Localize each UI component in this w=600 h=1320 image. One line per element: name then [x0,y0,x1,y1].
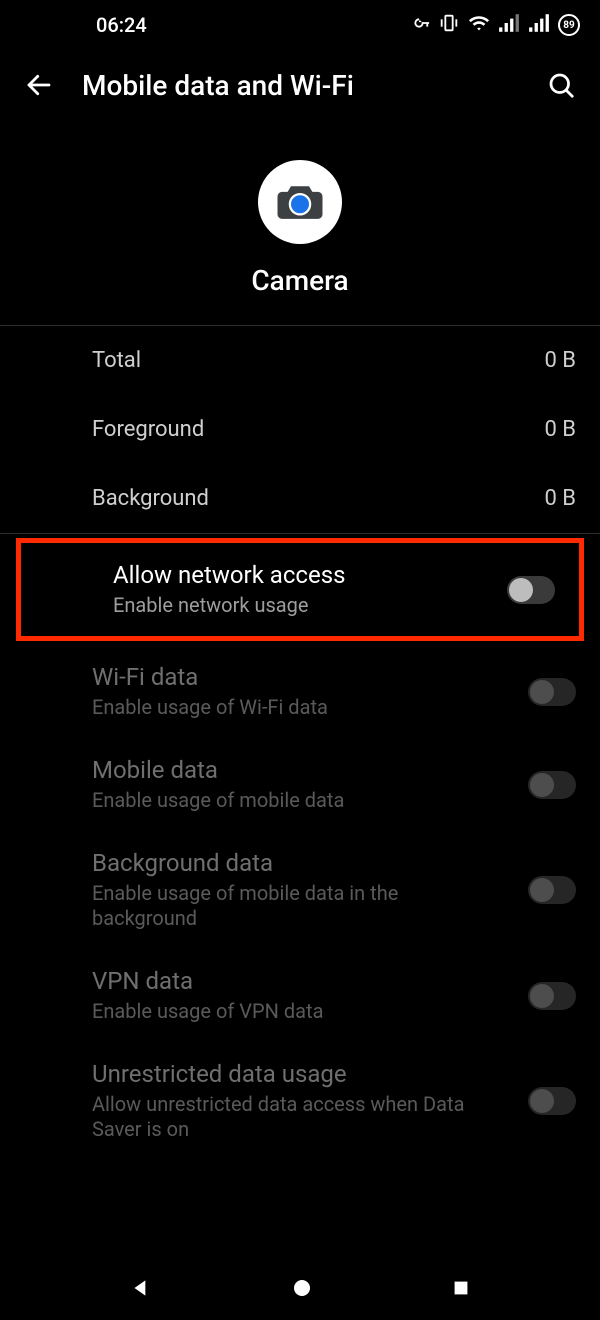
usage-foreground-label: Foreground [92,417,204,442]
setting-title: Wi-Fi data [92,663,508,691]
usage-background-row: Background 0 B [0,464,600,533]
nav-home-button[interactable] [290,1276,314,1304]
setting-background-data[interactable]: Background data Enable usage of mobile d… [0,831,600,949]
vpn-key-icon [408,12,430,39]
highlight-allow-network: Allow network access Enable network usag… [16,538,584,641]
setting-title: Mobile data [92,756,508,784]
circle-home-icon [290,1276,314,1300]
search-icon [546,70,576,100]
battery-badge: 89 [558,14,580,36]
setting-wifi-data[interactable]: Wi-Fi data Enable usage of Wi-Fi data [0,645,600,738]
app-bar: Mobile data and Wi-Fi [0,50,600,120]
toggle-knob [530,878,554,902]
setting-mobile-data[interactable]: Mobile data Enable usage of mobile data [0,738,600,831]
setting-sub: Allow unrestricted data access when Data… [92,1092,508,1142]
toggle-mobile-data[interactable] [528,771,576,799]
setting-text: Mobile data Enable usage of mobile data [92,756,528,813]
status-bar: 06:24 89 [0,0,600,50]
toggle-knob [509,578,533,602]
signal-icon-2 [528,12,550,39]
toggle-knob [530,680,554,704]
setting-title: Unrestricted data usage [92,1060,508,1088]
usage-foreground-row: Foreground 0 B [0,395,600,464]
app-name: Camera [251,264,348,297]
camera-icon [273,175,327,229]
toggle-knob [530,984,554,1008]
setting-text: Background data Enable usage of mobile d… [92,849,528,931]
page-title: Mobile data and Wi-Fi [82,69,518,102]
vibrate-icon [438,12,460,39]
usage-total-label: Total [92,348,141,373]
signal-icon [498,12,520,39]
setting-title: VPN data [92,967,508,995]
toggle-knob [530,773,554,797]
setting-text: Allow network access Enable network usag… [113,561,507,618]
usage-background-label: Background [92,486,209,511]
setting-sub: Enable usage of mobile data [92,788,508,813]
status-icons: 89 [408,12,580,39]
usage-total-value: 0 B [544,348,576,373]
setting-sub: Enable usage of VPN data [92,999,508,1024]
usage-total-row: Total 0 B [0,326,600,395]
search-button[interactable] [546,70,576,100]
app-header: Camera [0,120,600,326]
toggle-allow-network[interactable] [507,576,555,604]
divider [0,533,600,534]
usage-foreground-value: 0 B [544,417,576,442]
toggle-wifi-data[interactable] [528,678,576,706]
setting-text: Wi-Fi data Enable usage of Wi-Fi data [92,663,528,720]
setting-title: Allow network access [113,561,487,589]
back-arrow-icon [24,70,54,100]
system-nav-bar [0,1260,600,1320]
setting-text: VPN data Enable usage of VPN data [92,967,528,1024]
toggle-knob [530,1089,554,1113]
setting-sub: Enable usage of mobile data in the backg… [92,881,508,931]
setting-sub: Enable usage of Wi-Fi data [92,695,508,720]
status-time: 06:24 [96,13,147,37]
setting-title: Background data [92,849,508,877]
setting-unrestricted-data[interactable]: Unrestricted data usage Allow unrestrict… [0,1042,600,1160]
nav-back-button[interactable] [128,1275,154,1305]
usage-background-value: 0 B [544,486,576,511]
back-button[interactable] [24,70,54,100]
toggle-vpn-data[interactable] [528,982,576,1010]
toggle-background-data[interactable] [528,876,576,904]
app-icon [258,160,342,244]
nav-recents-button[interactable] [450,1277,472,1303]
triangle-back-icon [128,1275,154,1301]
toggle-unrestricted-data[interactable] [528,1087,576,1115]
setting-vpn-data[interactable]: VPN data Enable usage of VPN data [0,949,600,1042]
square-recents-icon [450,1277,472,1299]
setting-text: Unrestricted data usage Allow unrestrict… [92,1060,528,1142]
setting-allow-network[interactable]: Allow network access Enable network usag… [21,543,579,636]
wifi-icon [468,12,490,39]
setting-sub: Enable network usage [113,593,487,618]
